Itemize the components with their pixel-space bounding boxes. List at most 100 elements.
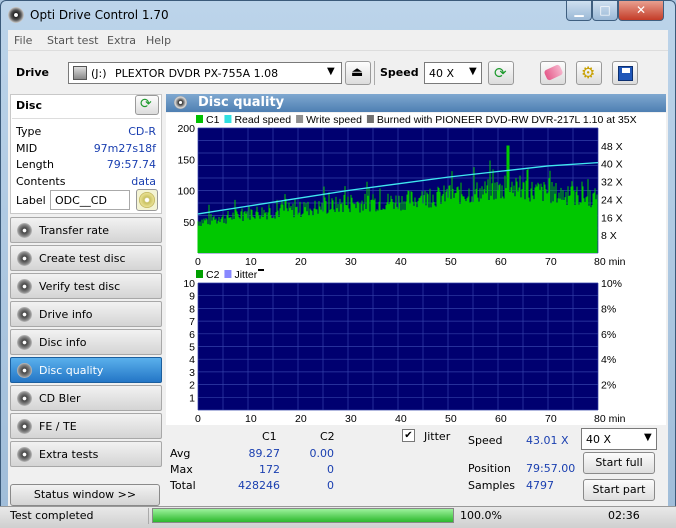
menu-help[interactable]: Help [146,34,171,47]
maximize-button[interactable]: □ [592,1,618,21]
position-label: Position [468,462,511,475]
x-tick-label: 70 [545,256,557,268]
legend-label: Burned with PIONEER DVD-RW DVR-217L 1.10… [377,114,637,126]
y-tick-label: 5 [189,342,195,354]
x-tick-label: 0 [195,256,201,268]
chart-area: C1 Read speed Write speed Burned with PIONE… [166,113,666,425]
refresh-button[interactable]: ⟳ [488,61,514,85]
disc-icon [17,307,32,322]
legend-swatch [296,115,304,123]
drive-name: PLEXTOR DVDR PX-755A 1.08 [115,67,279,80]
gear-icon: ⚙ [581,63,596,82]
drive-select[interactable]: (J:) PLEXTOR DVDR PX-755A 1.08 ▼ [68,62,342,84]
disc-icon [139,192,155,208]
stats-row-label: Avg [170,447,191,460]
speed-label: Speed [380,66,419,79]
disc-refresh-button[interactable]: ⟳ [135,95,159,115]
stats-c1-value: 172 [259,463,280,476]
x-tick-label: 60 [495,413,507,425]
label-disc-button[interactable] [136,189,158,211]
nav-item-drive-info[interactable]: Drive info [10,301,162,327]
disc-info-value: 79:57.74 [106,158,156,171]
disc-info-value: data [131,174,156,188]
legend-swatch [224,115,232,123]
x-tick-label: 60 [495,256,507,268]
x-tick-label: 0 [195,413,201,425]
y-tick-label: 8 [189,303,195,315]
minimize-button[interactable]: ▁ [566,1,592,21]
nav-item-transfer-rate[interactable]: Transfer rate [10,217,162,243]
nav-item-label: FE / TE [39,420,77,433]
stats-c1-value: 428246 [238,479,280,492]
stats-c2-value: 0.00 [309,447,335,460]
disc-icon [17,223,32,238]
label-field[interactable]: ODC__CD [50,190,130,210]
stats-c1-value: 89.27 [248,447,281,460]
drive-icon [73,66,87,80]
menu-extra[interactable]: Extra [107,34,136,47]
test-speed-select[interactable]: 40 X ▼ [581,428,657,450]
nav-item-fe-te[interactable]: FE / TE [10,413,162,439]
x-tick-label: 30 [345,413,357,425]
disc-info-key: Length [16,158,54,171]
minimize-icon: ▁ [574,3,584,17]
y-right-tick-label: 32 X [601,177,623,189]
nav-item-extra-tests[interactable]: Extra tests [10,441,162,467]
jitter-checkbox[interactable]: ✔ [402,429,415,442]
start-part-button[interactable]: Start part [583,479,655,501]
menu-start-test[interactable]: Start test [47,34,99,47]
toolbar-divider [374,61,375,85]
x-tick-label: 40 [395,256,407,268]
legend-swatch [196,115,203,123]
speed-stat-label: Speed [468,434,503,447]
y-tick-label: 200 [177,123,195,135]
x-tick-label: 30 [345,256,357,268]
stats-head-c2: C2 [320,430,335,443]
x-tick-label: 70 [545,413,557,425]
y-tick-label: 100 [177,186,195,198]
progress-fill [153,509,453,522]
erase-button[interactable] [540,61,566,85]
disc-icon [17,447,32,462]
speed-value: 40 X [429,67,455,80]
y-right-tick-label: 10% [601,278,622,290]
disc-info-key: Type [16,125,42,138]
speed-select[interactable]: 40 X ▼ [424,62,482,84]
nav-item-label: Drive info [39,308,93,321]
stats-head-c1: C1 [262,430,277,443]
save-button[interactable] [612,61,638,85]
y-right-tick-label: 40 X [601,159,623,171]
y-right-tick-label: 4% [601,354,616,366]
y-tick-label: 2 [189,380,195,392]
settings-button[interactable]: ⚙ [576,61,602,85]
disc-icon [17,391,32,406]
status-window-button[interactable]: Status window >> [10,484,160,506]
disc-info-value: CD-R [128,125,156,138]
menu-file[interactable]: File [14,34,32,47]
y-tick-label: 7 [189,316,195,328]
nav-item-disc-quality[interactable]: Disc quality [10,357,162,383]
y-tick-label: 3 [189,367,195,379]
refresh-icon: ⟳ [494,64,507,82]
stats-c2-value: 0 [327,479,334,492]
eject-button[interactable]: ⏏ [345,61,371,85]
x-tick-label: 50 [445,413,457,425]
nav-item-label: Transfer rate [39,224,110,237]
divider [12,118,160,119]
progress-bar [152,508,454,523]
y-right-tick-label: 16 X [601,212,623,224]
nav-item-disc-info[interactable]: Disc info [10,329,162,355]
legend-marker [258,269,264,271]
charts-svg: C1 Read speed Write speed Burned with PIONE… [177,114,637,425]
disc-icon [17,279,32,294]
nav-item-cd-bler[interactable]: CD Bler [10,385,162,411]
app-icon [8,7,24,23]
chevron-down-icon: ▼ [644,432,652,443]
nav-item-verify-test-disc[interactable]: Verify test disc [10,273,162,299]
nav-item-create-test-disc[interactable]: Create test disc [10,245,162,271]
save-icon [618,66,633,81]
samples-label: Samples [468,479,515,492]
start-full-button[interactable]: Start full [583,452,655,474]
close-icon: ✕ [635,3,647,17]
close-button[interactable]: ✕ [618,1,664,21]
